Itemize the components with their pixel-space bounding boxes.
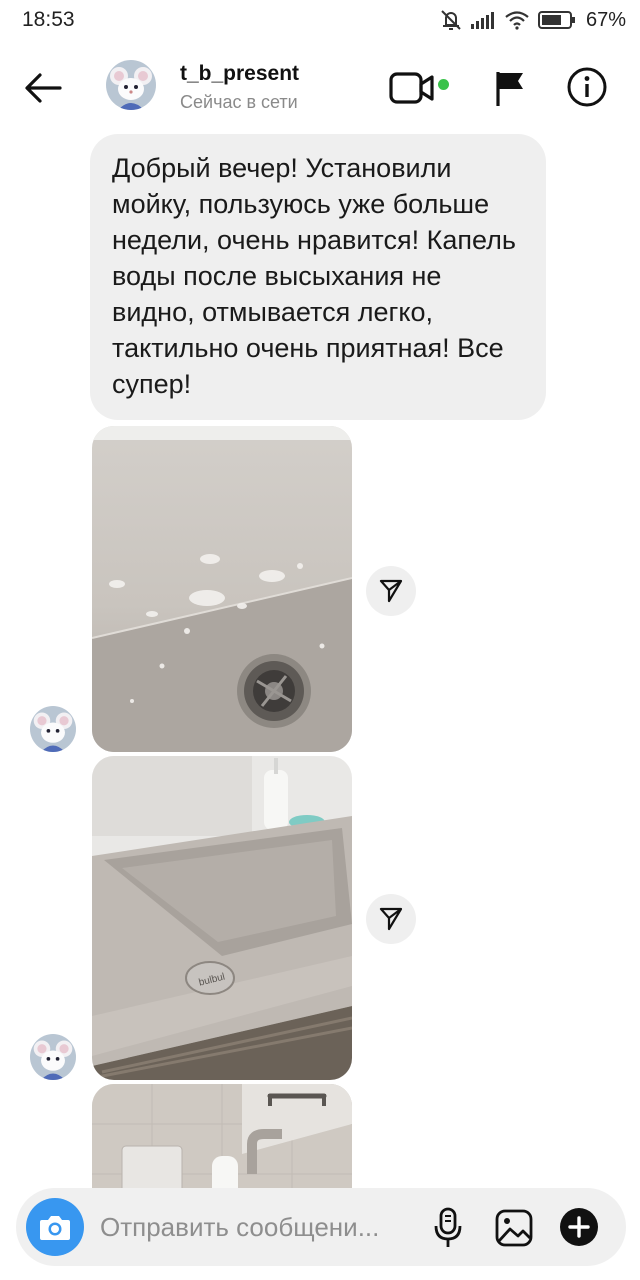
- contact-status: Сейчас в сети: [180, 92, 298, 112]
- back-arrow-icon: [25, 73, 62, 103]
- gallery-button[interactable]: [494, 1208, 534, 1248]
- video-call-icon: [389, 72, 434, 104]
- message-input[interactable]: [100, 1208, 430, 1246]
- chat-header: t_b_present Сейчас в сети: [0, 46, 640, 130]
- send-icon: [379, 579, 403, 603]
- camera-button[interactable]: [26, 1198, 84, 1256]
- microphone-icon: [434, 1207, 462, 1247]
- message-composer: [16, 1188, 626, 1266]
- info-icon: [567, 67, 607, 107]
- mouse-avatar-icon: [106, 60, 156, 110]
- bell-muted-icon: [441, 10, 461, 30]
- share-button[interactable]: [366, 894, 416, 944]
- plus-icon: [560, 1208, 598, 1246]
- sender-avatar[interactable]: [30, 706, 76, 752]
- send-icon: [379, 907, 403, 931]
- info-button[interactable]: [566, 66, 608, 108]
- online-indicator: [438, 79, 449, 90]
- report-button[interactable]: [490, 68, 530, 108]
- status-time: 18:53: [22, 8, 75, 31]
- sink-photo-image: bulbul: [92, 756, 352, 1080]
- sender-avatar[interactable]: [30, 1034, 76, 1080]
- contact-username[interactable]: t_b_present: [180, 62, 299, 86]
- mouse-avatar-icon: [30, 706, 76, 752]
- back-button[interactable]: [20, 66, 68, 110]
- sink-photo-image: [92, 426, 352, 752]
- share-button[interactable]: [366, 566, 416, 616]
- message-bubble[interactable]: Добрый вечер! Установили мойку, пользуюс…: [90, 134, 546, 420]
- camera-icon: [40, 1216, 70, 1240]
- mouse-avatar-icon: [30, 1034, 76, 1080]
- status-icons: 67%: [440, 6, 626, 34]
- voice-message-button[interactable]: [430, 1206, 466, 1250]
- avatar[interactable]: [106, 60, 156, 110]
- more-button[interactable]: [558, 1206, 600, 1248]
- flag-icon: [496, 72, 523, 106]
- status-bar: 18:53 67%: [0, 0, 640, 40]
- battery-icon: [537, 11, 575, 29]
- message-photo[interactable]: bulbul: [92, 756, 352, 1080]
- battery-percent: 67%: [585, 8, 626, 31]
- gallery-icon: [495, 1209, 533, 1247]
- signal-icon: [470, 12, 494, 29]
- wifi-icon: [505, 11, 529, 30]
- message-photo[interactable]: [92, 426, 352, 752]
